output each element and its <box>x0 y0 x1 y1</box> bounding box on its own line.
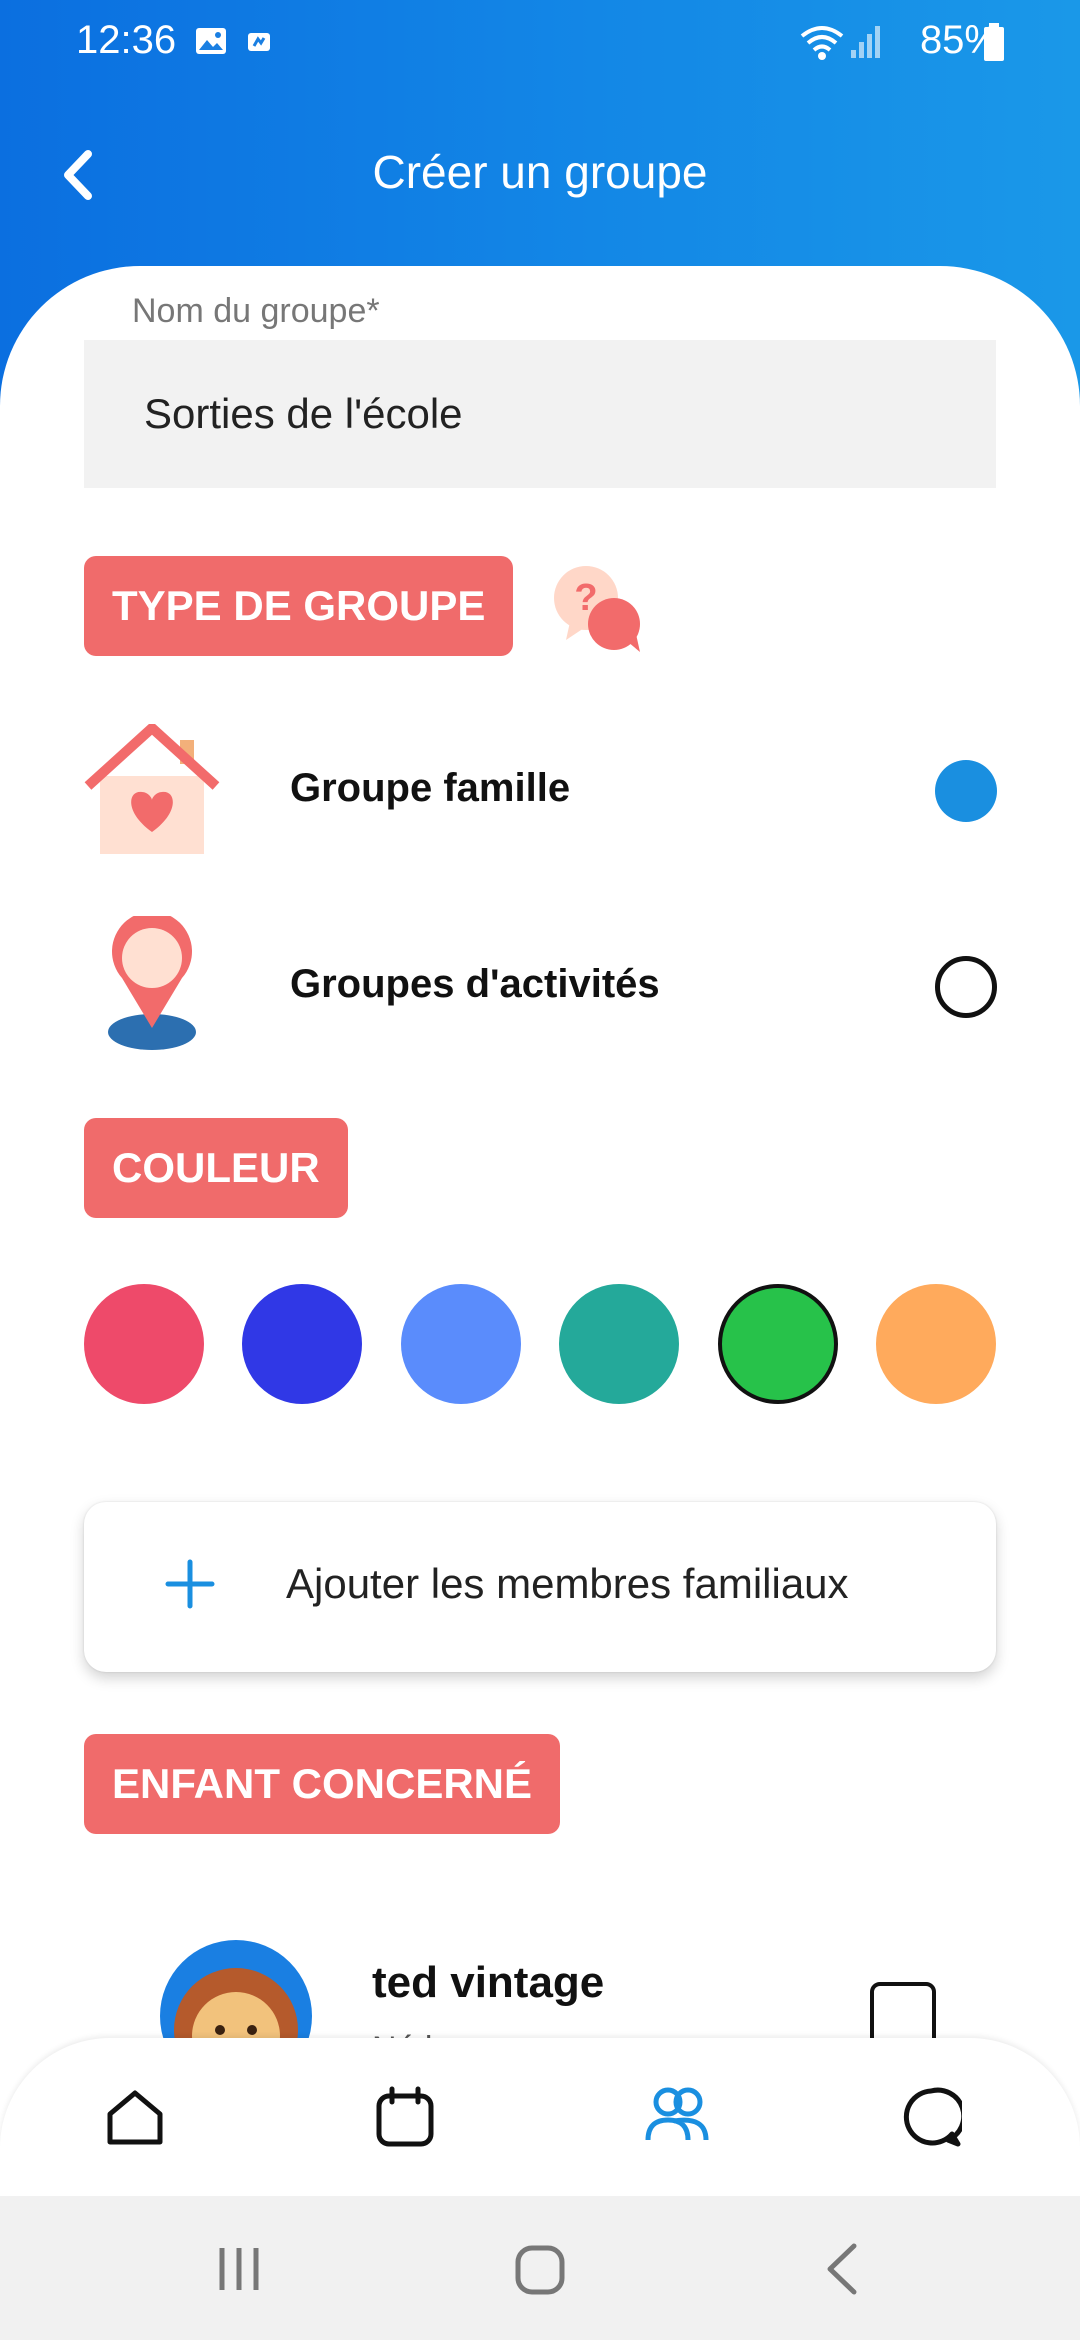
wifi-icon <box>800 26 844 60</box>
calendar-icon[interactable] <box>374 2086 436 2148</box>
signal-icon <box>851 26 880 58</box>
chat-icon[interactable] <box>900 2086 962 2148</box>
page-title: Créer un groupe <box>372 146 708 198</box>
battery-icon <box>984 23 1004 61</box>
color-swatch[interactable] <box>559 1284 680 1404</box>
option-family-label[interactable]: Groupe famille <box>290 766 570 811</box>
location-pin-icon <box>108 916 196 1050</box>
color-heading: COULEUR <box>84 1118 348 1218</box>
bottom-navigation <box>0 2038 1080 2198</box>
child-name: ted vintage <box>372 1958 605 2007</box>
color-swatch[interactable] <box>717 1284 838 1404</box>
option-activities-label[interactable]: Groupes d'activités <box>290 962 660 1007</box>
add-members-label: Ajouter les membres familiaux <box>286 1560 849 1607</box>
status-time: 12:36 <box>76 18 177 62</box>
plus-icon <box>165 1559 215 1609</box>
color-swatch[interactable] <box>876 1284 996 1404</box>
home-icon[interactable] <box>104 2088 166 2148</box>
color-swatch[interactable] <box>84 1284 204 1404</box>
status-bar: 12:36 85% <box>0 0 1080 86</box>
color-swatch[interactable] <box>400 1284 521 1404</box>
group-name-input[interactable]: Sorties de l'école <box>84 340 996 488</box>
color-swatch[interactable] <box>242 1284 363 1404</box>
gallery-icon <box>196 28 226 54</box>
add-family-members-button[interactable]: Ajouter les membres familiaux <box>84 1502 996 1672</box>
group-name-label: Nom du groupe* <box>132 292 380 330</box>
activities-radio[interactable] <box>935 956 997 1018</box>
home-button-icon[interactable] <box>514 2244 566 2296</box>
notification-icon <box>248 33 270 51</box>
system-back-icon[interactable] <box>822 2242 862 2296</box>
svg-text:?: ? <box>574 577 597 619</box>
house-icon <box>84 724 220 854</box>
family-radio-selected[interactable] <box>935 760 997 822</box>
group-type-heading: TYPE DE GROUPE <box>84 556 514 656</box>
child-heading: ENFANT CONCERNÉ <box>84 1734 561 1834</box>
recent-apps-icon[interactable] <box>214 2244 264 2294</box>
group-icon[interactable] <box>644 2084 710 2146</box>
system-navigation-bar <box>0 2196 1080 2340</box>
help-bubbles-icon[interactable]: ? <box>548 556 648 656</box>
